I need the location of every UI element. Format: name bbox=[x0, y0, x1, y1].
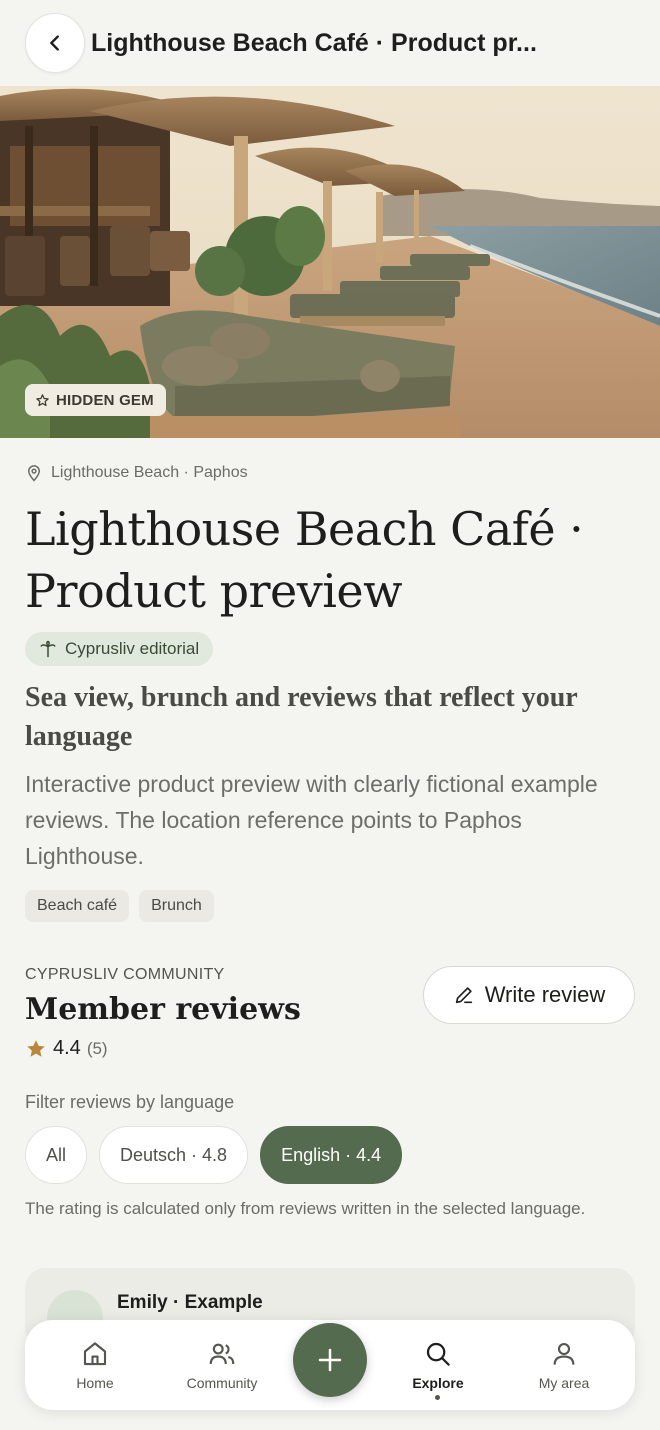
rating-count: (5) bbox=[86, 1038, 108, 1058]
filter-english[interactable]: English · 4.4 bbox=[260, 1126, 403, 1184]
back-button[interactable] bbox=[25, 13, 85, 73]
filter-all[interactable]: All bbox=[25, 1126, 88, 1184]
venue-title: Lighthouse Beach Café · Product preview bbox=[25, 502, 584, 618]
search-icon bbox=[426, 1342, 450, 1366]
tag[interactable]: Beach café bbox=[25, 890, 130, 922]
language-filters: All Deutsch · 4.8 English · 4.4 bbox=[25, 1126, 403, 1184]
location: Lighthouse Beach · Paphos bbox=[25, 464, 635, 482]
hero-image: HIDDEN GEM bbox=[0, 86, 660, 438]
chevron-left-icon bbox=[50, 35, 59, 51]
location-text: Lighthouse Beach · Paphos bbox=[51, 464, 248, 481]
write-review-button[interactable]: Write review bbox=[423, 966, 635, 1024]
tag[interactable]: Brunch bbox=[139, 890, 214, 922]
nav-my-area-label: My area bbox=[538, 1375, 590, 1391]
star-icon bbox=[27, 1039, 45, 1057]
nav-home-label: Home bbox=[76, 1375, 114, 1391]
create-button[interactable] bbox=[293, 1323, 367, 1397]
nav-home[interactable]: Home bbox=[40, 1320, 150, 1410]
venue-subtitle: Sea view, brunch and reviews that reflec… bbox=[25, 682, 578, 752]
write-review-label: Write review bbox=[484, 982, 606, 1007]
venue-description: Interactive product preview with clearly… bbox=[25, 771, 598, 869]
page-title: Lighthouse Beach Café · Product pr... bbox=[91, 28, 537, 57]
nav-my-area[interactable]: My area bbox=[509, 1320, 619, 1410]
editorial-label: Cyprusliv editorial bbox=[65, 639, 200, 658]
plus-icon bbox=[318, 1348, 342, 1372]
hidden-gem-label: HIDDEN GEM bbox=[56, 391, 154, 409]
nav-community[interactable]: Community bbox=[167, 1320, 277, 1410]
tag-list: Beach café Brunch bbox=[25, 890, 635, 922]
reviewer-name: Emily · Example bbox=[117, 1292, 263, 1313]
venue-details: Lighthouse Beach · Paphos Lighthouse Bea… bbox=[0, 438, 660, 1348]
hidden-gem-badge: HIDDEN GEM bbox=[25, 384, 166, 416]
user-icon bbox=[553, 1342, 575, 1365]
palm-icon bbox=[40, 640, 56, 658]
rating-value: 4.4 bbox=[53, 1037, 81, 1059]
nav-community-label: Community bbox=[186, 1375, 258, 1391]
rating-note: The rating is calculated only from revie… bbox=[25, 1199, 586, 1218]
nav-explore-label: Explore bbox=[412, 1375, 464, 1391]
active-indicator bbox=[435, 1395, 440, 1400]
rating-summary: 4.4 (5) bbox=[25, 1037, 635, 1060]
community-icon bbox=[209, 1343, 235, 1365]
pencil-icon bbox=[455, 987, 472, 1004]
filter-deutsch[interactable]: Deutsch · 4.8 bbox=[99, 1126, 249, 1184]
home-icon bbox=[83, 1342, 107, 1366]
star-outline-icon bbox=[36, 393, 49, 406]
editorial-badge: Cyprusliv editorial bbox=[25, 632, 214, 666]
filter-label: Filter reviews by language bbox=[25, 1092, 235, 1112]
top-bar: Lighthouse Beach Café · Product pr... bbox=[0, 0, 660, 86]
nav-explore[interactable]: Explore bbox=[383, 1320, 493, 1410]
location-pin-icon bbox=[27, 465, 41, 482]
